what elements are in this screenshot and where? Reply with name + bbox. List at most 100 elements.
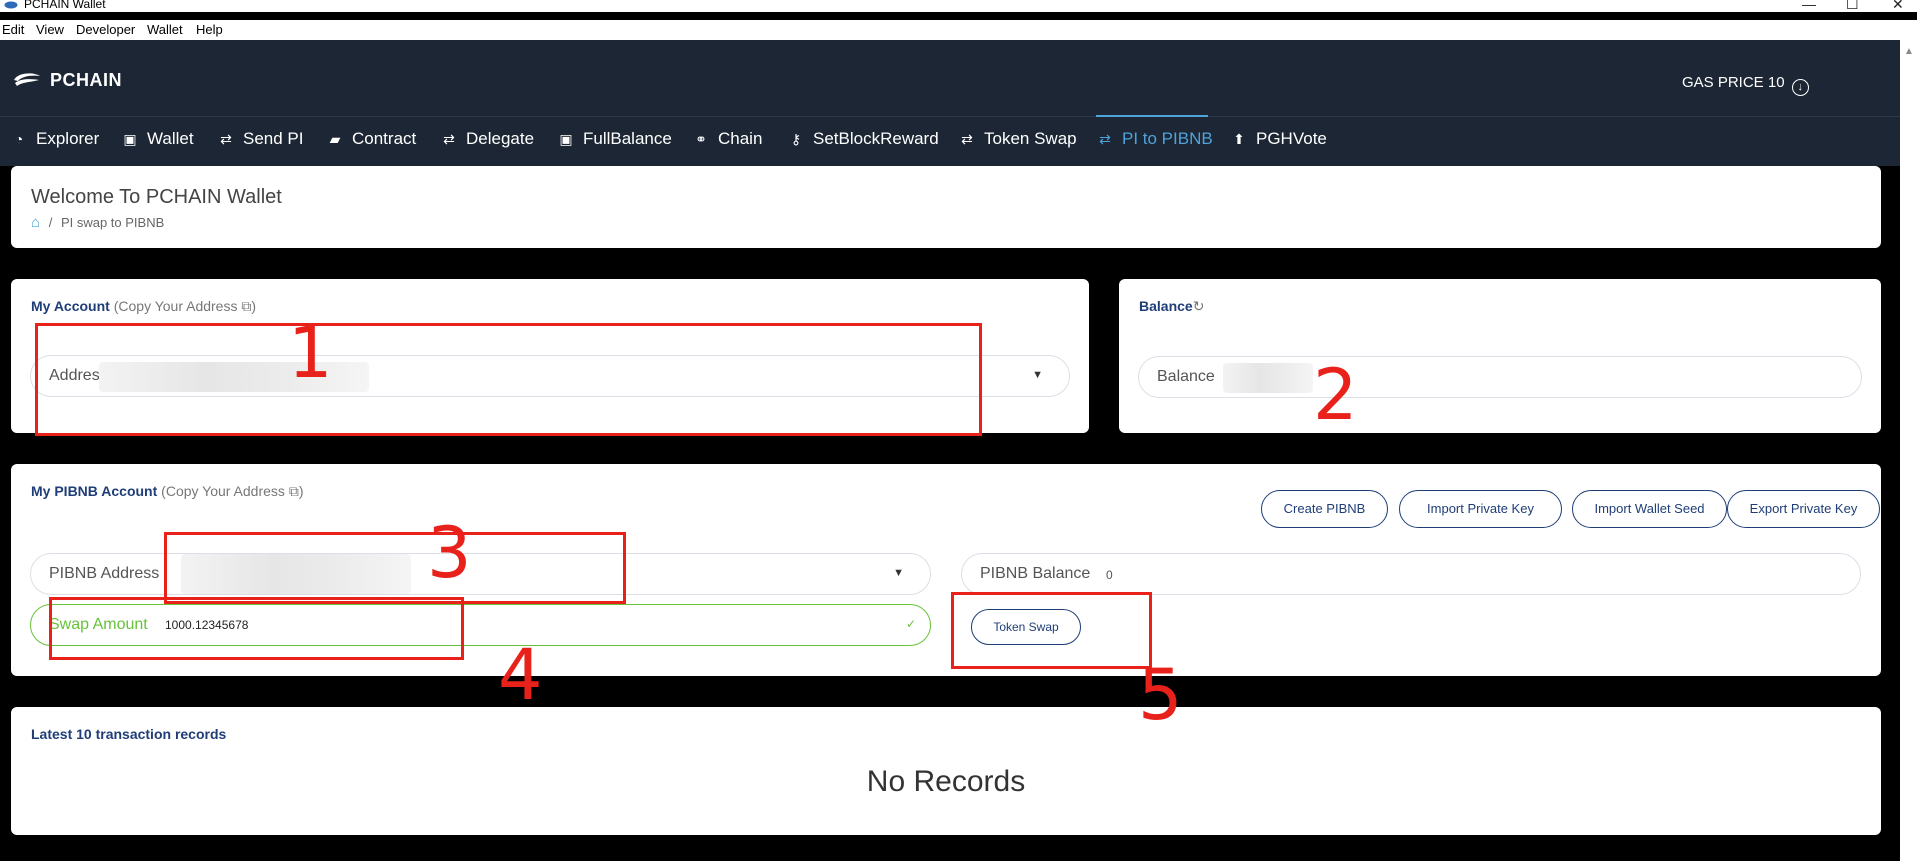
create-pibnb-button[interactable]: Create PIBNB xyxy=(1261,490,1388,528)
swap-icon: ⇄ xyxy=(1099,131,1111,147)
pchain-logo-icon xyxy=(14,73,40,86)
brand-name: PCHAIN xyxy=(50,70,123,90)
swap-icon: ⇄ xyxy=(961,131,973,147)
nav-label: Wallet xyxy=(147,129,194,148)
menu-wallet[interactable]: Wallet xyxy=(147,22,183,37)
breadcrumb-separator: / xyxy=(48,215,53,230)
nav-label: Token Swap xyxy=(984,129,1077,148)
nav-send-pi[interactable]: ⇄ Send PI xyxy=(217,129,304,149)
refresh-icon[interactable]: ↻ xyxy=(1193,298,1205,314)
pibnb-address-label: PIBNB Address xyxy=(49,565,160,582)
balance-card: Balance↻ Balance xyxy=(1119,279,1881,433)
app-icon xyxy=(4,1,18,9)
annotation-box-3 xyxy=(164,532,626,604)
nav-delegate[interactable]: ⇄ Delegate xyxy=(440,129,534,149)
swap-icon: ⇄ xyxy=(220,131,232,147)
pibnb-title: My PIBNB Account (Copy Your Address ⧉) xyxy=(31,483,303,500)
annotation-box-1 xyxy=(35,323,982,436)
nav-label: SetBlockReward xyxy=(813,129,939,148)
balance-title: Balance↻ xyxy=(1139,298,1204,315)
check-icon: ✓ xyxy=(905,617,916,631)
scrollbar[interactable]: ▲ xyxy=(1900,40,1917,861)
copy-icon: ⧉ xyxy=(241,298,252,314)
annotation-number-1: 1 xyxy=(288,312,333,394)
nav-label: PI to PIBNB xyxy=(1122,129,1213,148)
annotation-box-4 xyxy=(49,597,464,660)
nav-label: Chain xyxy=(718,129,763,148)
copy-address-end: ) xyxy=(298,483,304,499)
records-card: Latest 10 transaction records No Records xyxy=(11,707,1881,835)
menu-bar: Edit View Developer Wallet Help xyxy=(0,20,1917,40)
home-icon[interactable]: ⌂ xyxy=(31,214,40,231)
pibnb-title-text: My PIBNB Account xyxy=(31,483,158,499)
nav-label: Delegate xyxy=(466,129,535,148)
nav-token-swap[interactable]: ⇄ Token Swap xyxy=(958,129,1077,149)
book-icon: ▰ xyxy=(329,131,341,147)
nav-setblockreward[interactable]: ⚷ SetBlockReward xyxy=(787,129,939,149)
scroll-up-icon[interactable]: ▲ xyxy=(1904,46,1914,57)
copy-address-text: (Copy Your Address xyxy=(113,298,238,314)
menu-developer[interactable]: Developer xyxy=(76,22,135,37)
gas-price-label: GAS PRICE 10 xyxy=(1682,74,1785,91)
gas-price[interactable]: GAS PRICE 10 ↓ xyxy=(1682,74,1809,96)
annotation-number-5: 5 xyxy=(1138,654,1183,736)
balance-label: Balance xyxy=(1157,368,1215,385)
chevron-down-icon: ▼ xyxy=(893,567,904,579)
nav-wallet[interactable]: ▣ Wallet xyxy=(121,129,194,149)
records-title: Latest 10 transaction records xyxy=(31,726,227,742)
balance-value-redacted xyxy=(1223,363,1313,393)
breadcrumb-current: PI swap to PIBNB xyxy=(60,215,165,230)
nav-contract[interactable]: ▰ Contract xyxy=(326,129,417,149)
nav-fullbalance[interactable]: ▣ FullBalance xyxy=(557,129,672,149)
close-icon[interactable]: ✕ xyxy=(1892,0,1904,13)
pibnb-balance-label: PIBNB Balance xyxy=(980,565,1091,582)
window-titlebar: PCHAIN Wallet — ☐ ✕ xyxy=(0,0,1917,12)
gauge-icon: ◔ xyxy=(14,131,24,147)
nav-pi-to-pibnb[interactable]: ⇄ PI to PIBNB xyxy=(1096,129,1213,149)
nav-chain[interactable]: ⚭ Chain xyxy=(692,129,762,149)
briefcase-icon: ▣ xyxy=(559,131,573,147)
copy-pibnb-address-link[interactable]: (Copy Your Address ⧉) xyxy=(161,483,303,499)
chevron-down-icon: ▼ xyxy=(1032,369,1043,381)
copy-address-text: (Copy Your Address xyxy=(161,483,285,499)
page-title: Welcome To PCHAIN Wallet xyxy=(31,186,282,208)
maximize-icon[interactable]: ☐ xyxy=(1846,0,1859,13)
upload-circle-icon: ⬆ xyxy=(1233,131,1245,147)
nav-label: PGHVote xyxy=(1256,129,1327,148)
empty-state: No Records xyxy=(866,765,1026,798)
copy-address-end: ) xyxy=(251,298,257,314)
nav-label: Contract xyxy=(352,129,417,148)
minimize-icon[interactable]: — xyxy=(1802,0,1816,12)
copy-address-link[interactable]: (Copy Your Address ⧉) xyxy=(114,298,256,314)
nav-label: Send PI xyxy=(243,129,304,148)
copy-icon: ⧉ xyxy=(288,483,299,499)
key-icon: ⚷ xyxy=(790,131,802,147)
window-title: PCHAIN Wallet xyxy=(24,0,106,11)
active-tab-indicator xyxy=(1096,115,1208,117)
app-header: PCHAIN GAS PRICE 10 ↓ xyxy=(0,40,1900,116)
menu-help[interactable]: Help xyxy=(196,22,223,37)
import-private-key-button[interactable]: Import Private Key xyxy=(1399,490,1562,528)
annotation-number-3: 3 xyxy=(427,512,472,594)
nav-explorer[interactable]: ◔ Explorer xyxy=(10,129,100,149)
nav-pghvote[interactable]: ⬆ PGHVote xyxy=(1230,129,1327,149)
import-wallet-seed-button[interactable]: Import Wallet Seed xyxy=(1572,490,1727,528)
pibnb-balance-field: PIBNB Balance 0 xyxy=(961,553,1861,595)
welcome-card: Welcome To PCHAIN Wallet ⌂ / PI swap to … xyxy=(11,166,1881,248)
arrow-down-circle-icon: ↓ xyxy=(1791,79,1809,96)
annotation-box-5 xyxy=(951,592,1152,669)
nav-label: Explorer xyxy=(36,129,100,148)
briefcase-icon: ▣ xyxy=(123,131,137,147)
main-nav: ◔ Explorer ▣ Wallet ⇄ Send PI ▰ Contract ⇄ De… xyxy=(0,116,1900,166)
swap-icon: ⇄ xyxy=(443,131,455,147)
balance-field: Balance xyxy=(1138,356,1862,398)
pibnb-balance-value: 0 xyxy=(1106,568,1113,582)
menu-edit[interactable]: Edit xyxy=(2,22,24,37)
link-icon: ⚭ xyxy=(695,131,707,147)
menu-view[interactable]: View xyxy=(36,22,64,37)
nav-label: FullBalance xyxy=(583,129,672,148)
annotation-number-2: 2 xyxy=(1313,354,1358,436)
export-private-key-button[interactable]: Export Private Key xyxy=(1727,490,1880,528)
my-account-title: My Account (Copy Your Address ⧉) xyxy=(31,298,256,315)
breadcrumb: ⌂ / PI swap to PIBNB xyxy=(31,214,164,231)
